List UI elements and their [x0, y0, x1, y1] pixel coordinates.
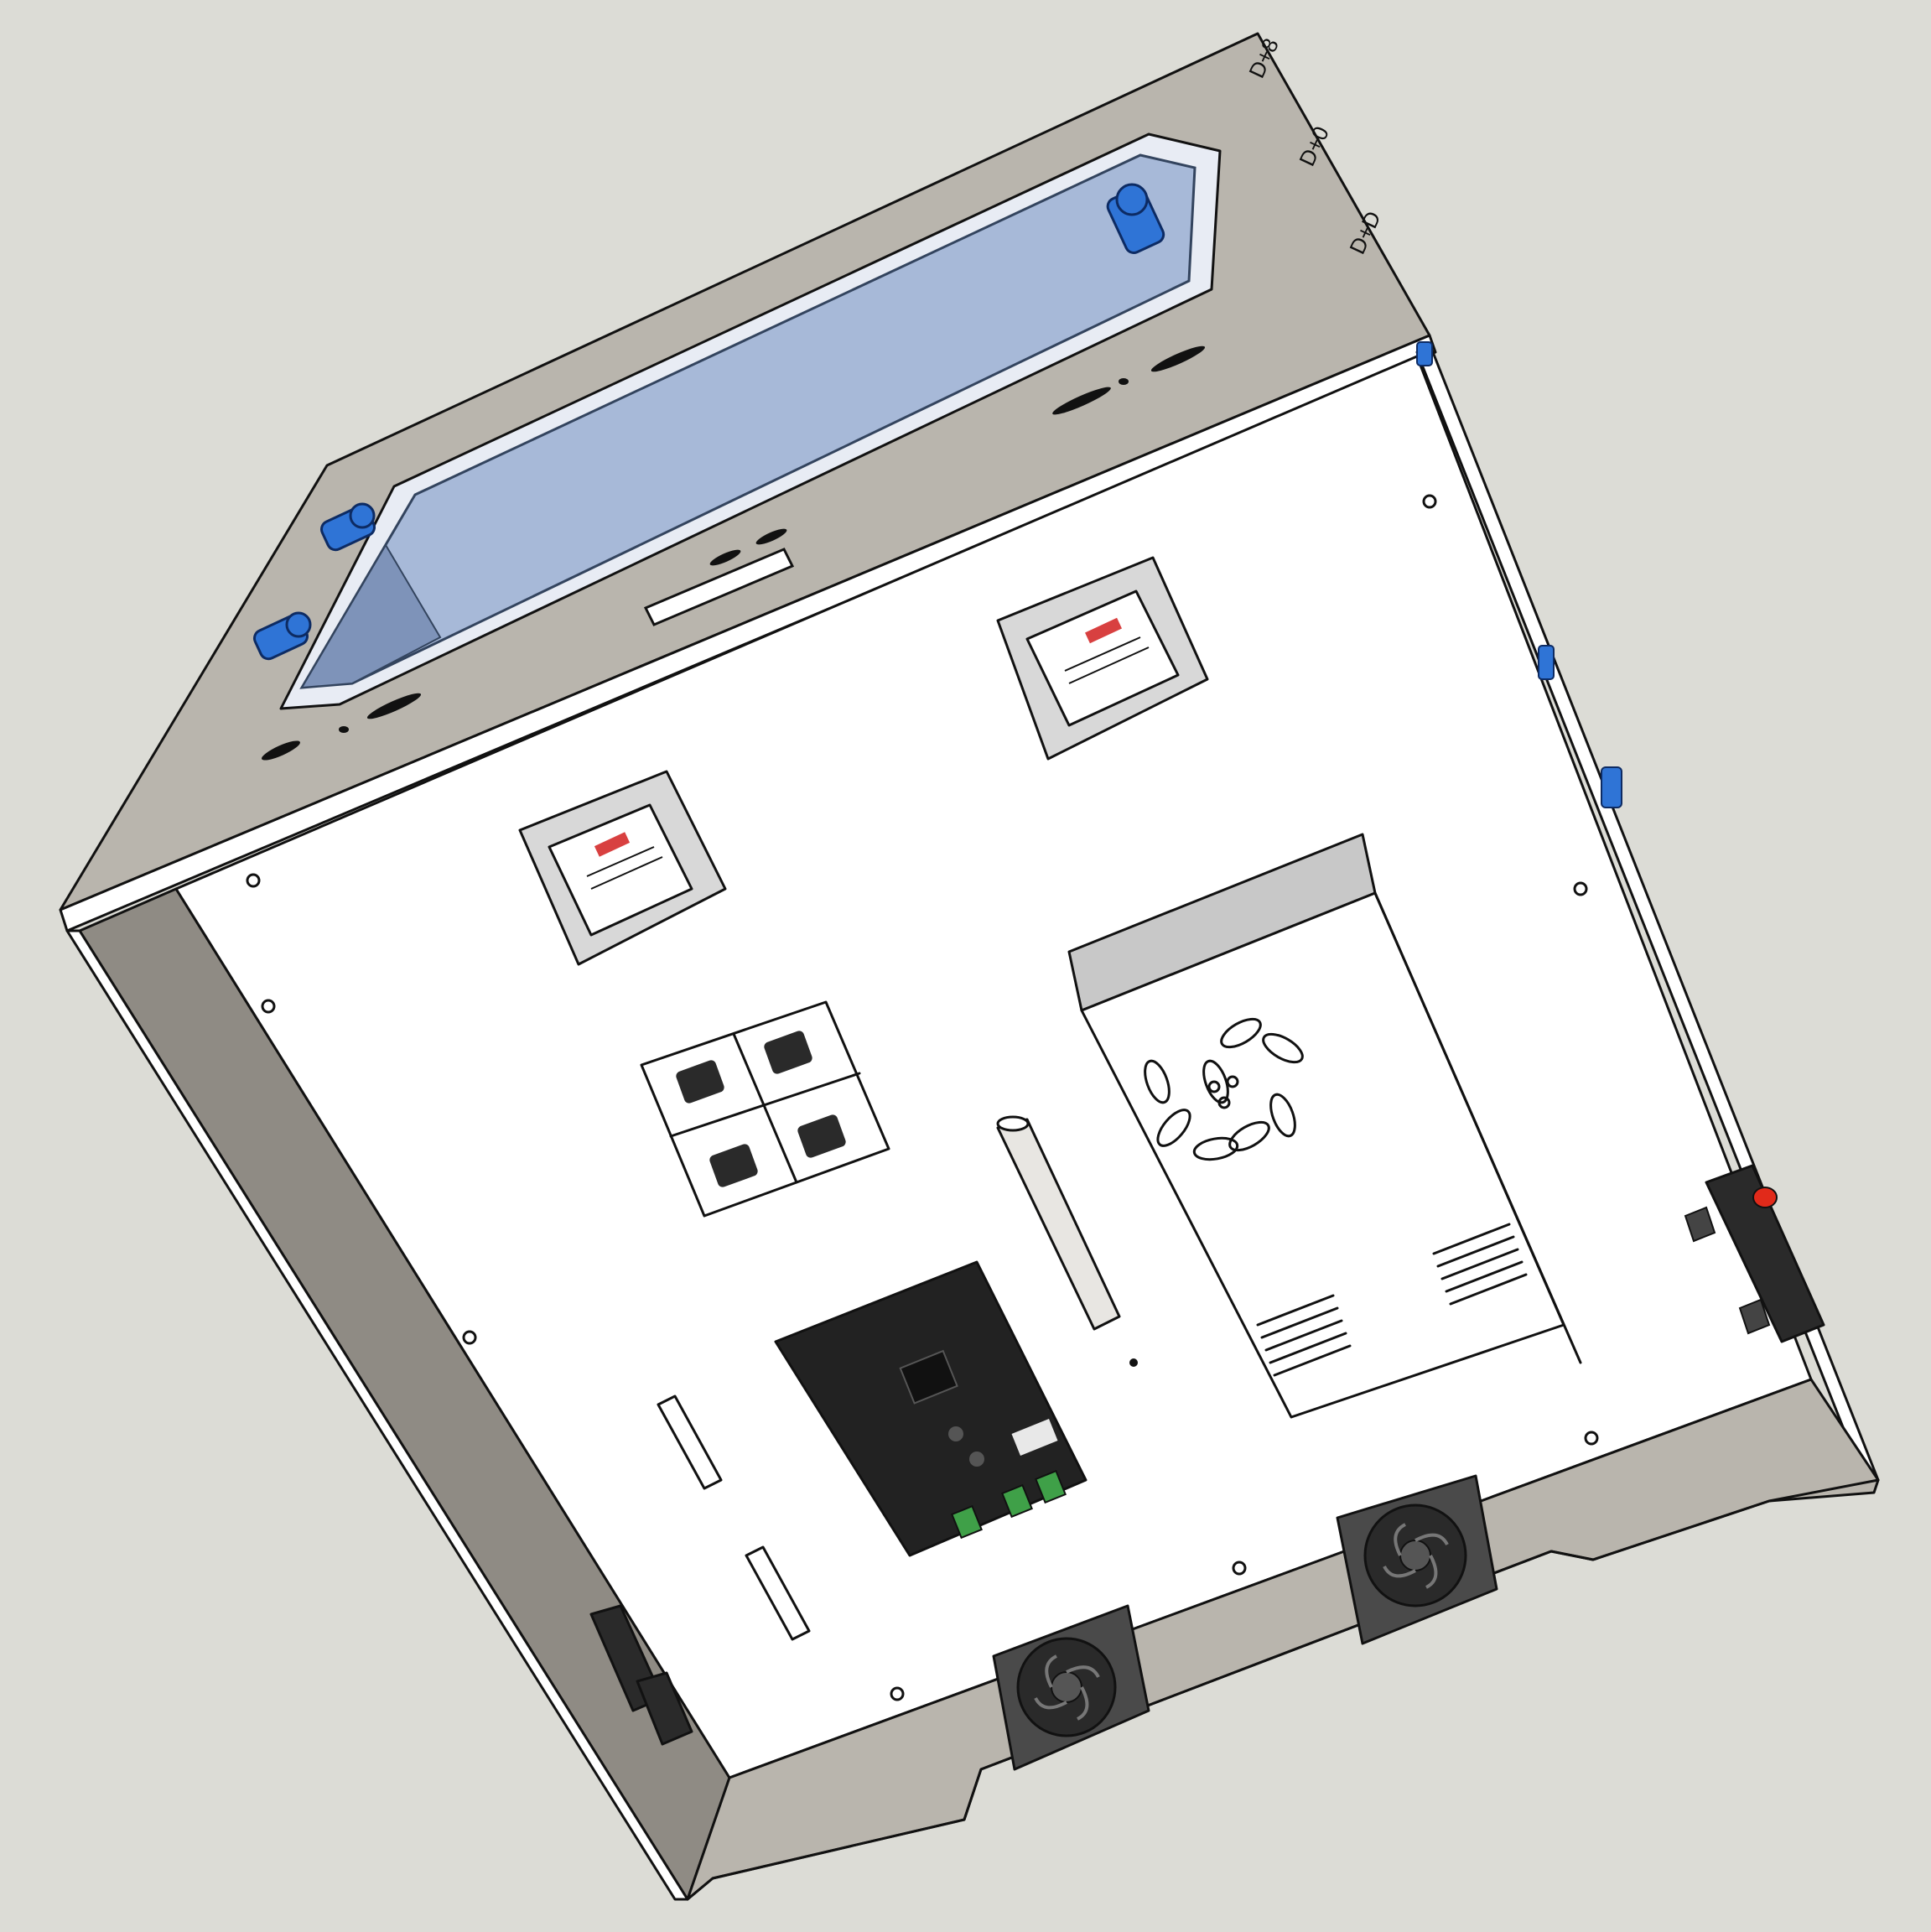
- power-switch-red-button[interactable]: [1752, 1187, 1778, 1208]
- enclosure-drawing: D+8 D+0 D+D: [0, 0, 1931, 1932]
- cad-viewport: D+8 D+0 D+D: [0, 0, 1931, 1932]
